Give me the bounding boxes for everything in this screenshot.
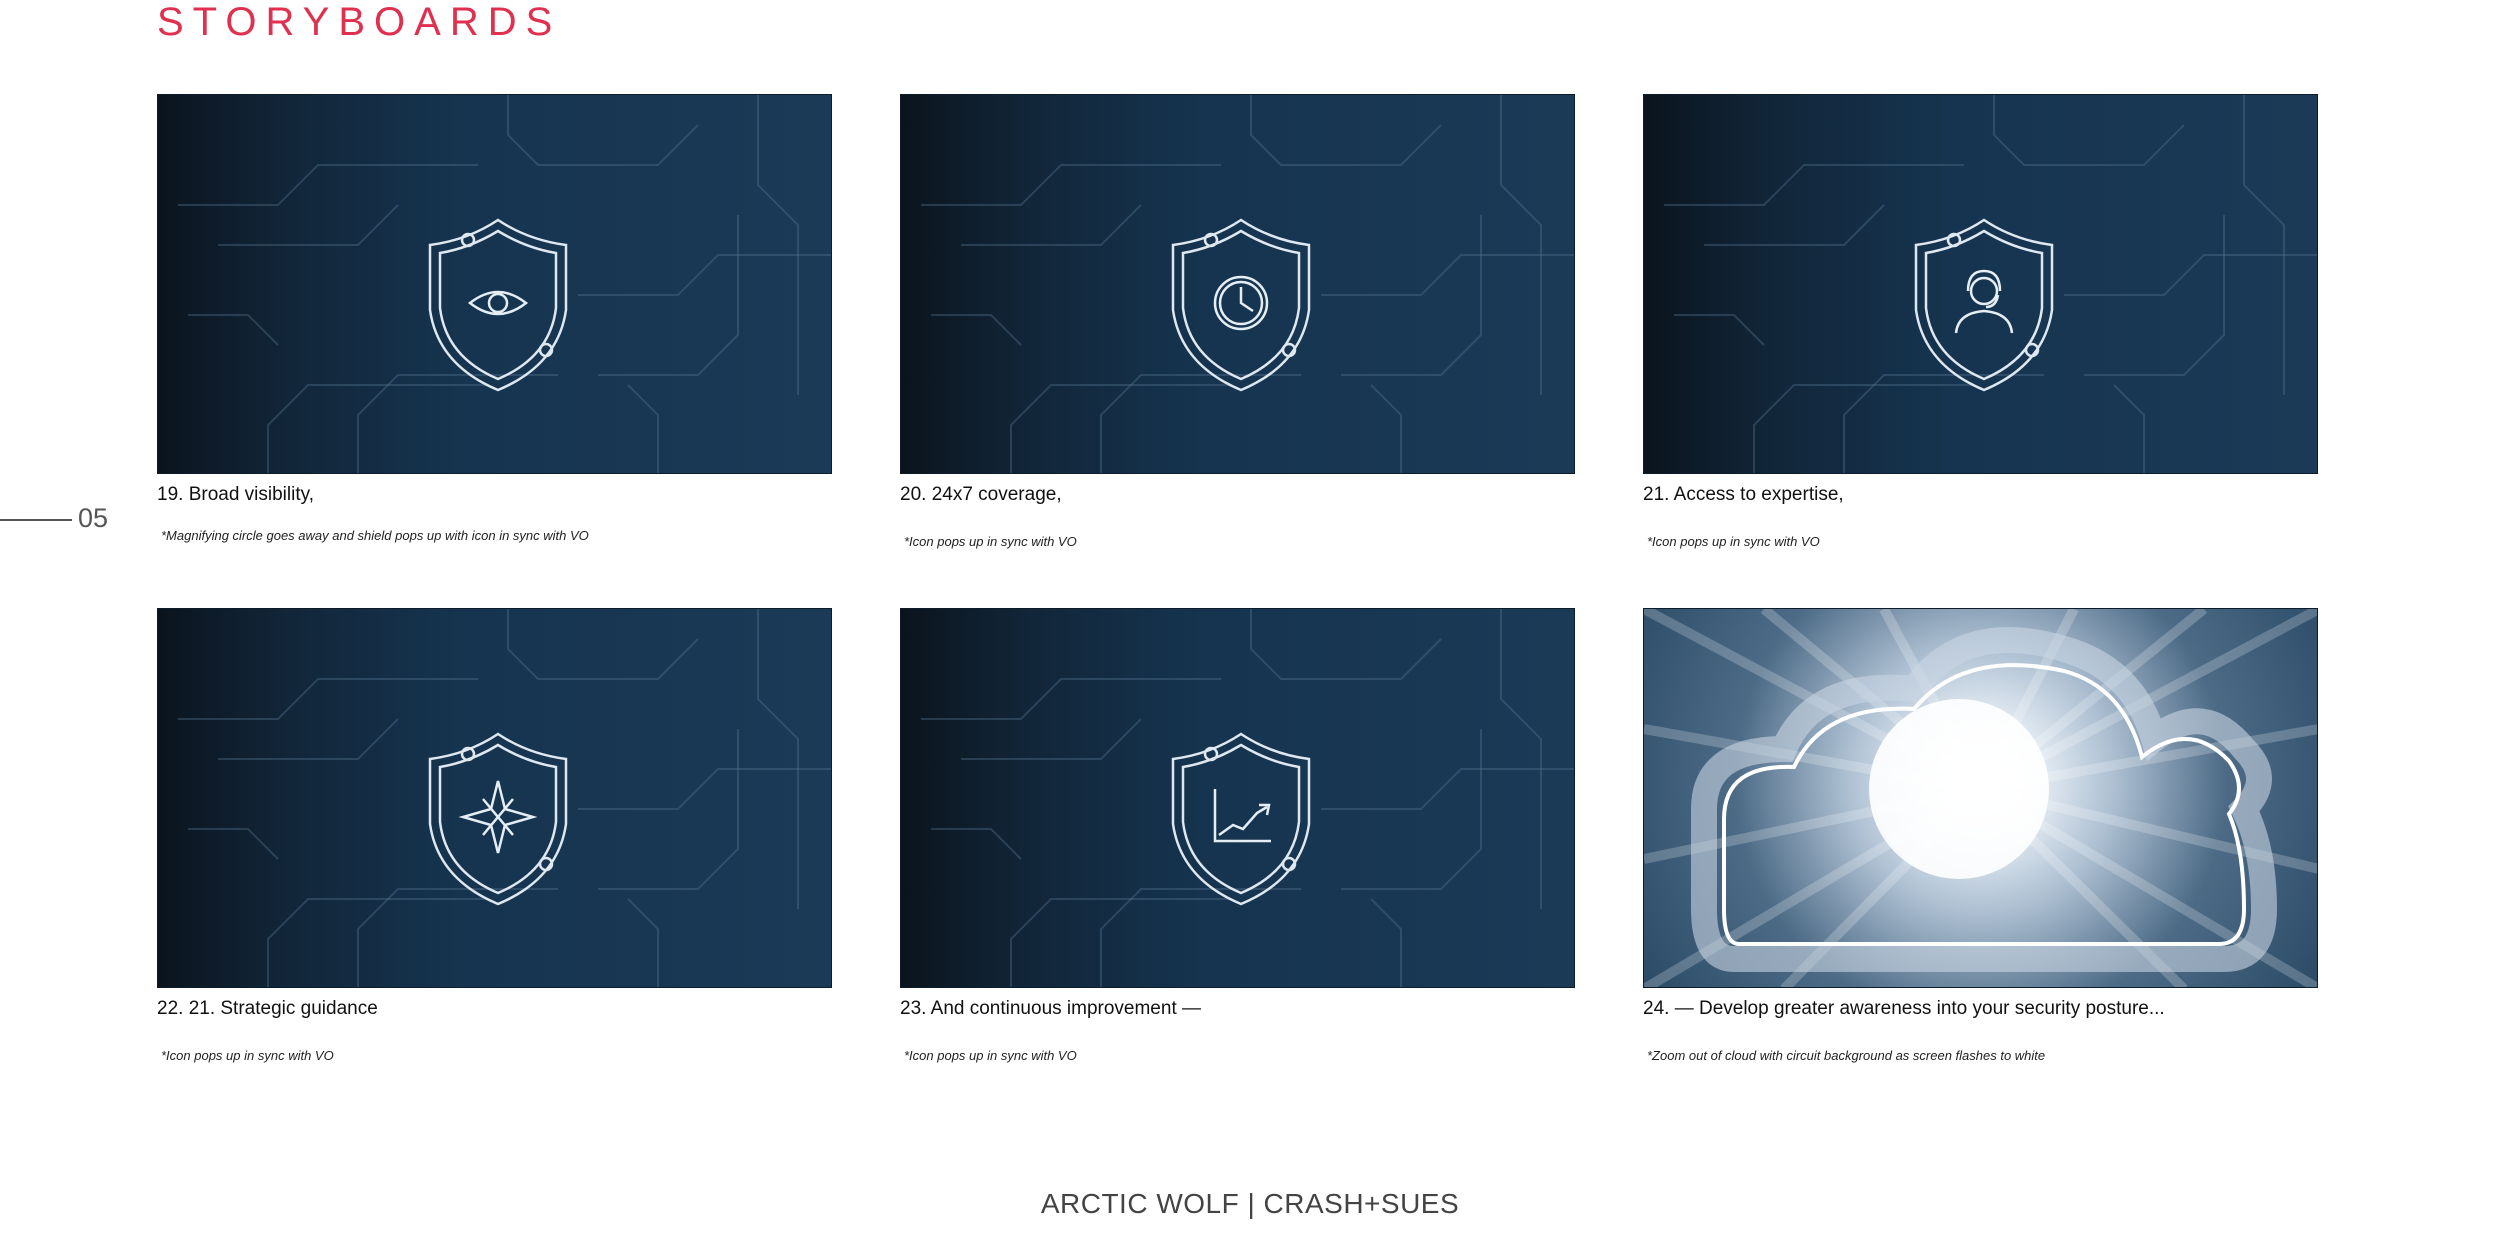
- storyboard-frame-21: [1643, 94, 2318, 474]
- frame-note: *Icon pops up in sync with VO: [904, 534, 1077, 549]
- storyboard-frame-24: [1643, 608, 2318, 988]
- glowing-cloud-icon: [1691, 627, 2278, 972]
- frame-caption: 21. Access to expertise,: [1643, 484, 1844, 505]
- frame-note: *Icon pops up in sync with VO: [161, 1048, 334, 1063]
- storyboard-frame-22: [157, 608, 832, 988]
- compass-star-icon: [458, 780, 538, 854]
- clock-icon: [1213, 275, 1269, 331]
- frame-caption: 24. — Develop greater awareness into you…: [1643, 998, 2165, 1019]
- frame-note: *Icon pops up in sync with VO: [1647, 534, 1820, 549]
- frame-note: *Magnifying circle goes away and shield …: [161, 528, 589, 543]
- storyboard-frame-19: [157, 94, 832, 474]
- frame-caption: 20. 24x7 coverage,: [900, 484, 1062, 505]
- growth-chart-icon: [1213, 789, 1271, 843]
- frame-note: *Zoom out of cloud with circuit backgrou…: [1647, 1048, 2046, 1063]
- frame-caption: 19. Broad visibility,: [157, 484, 314, 505]
- frame-note: *Icon pops up in sync with VO: [904, 1048, 1077, 1063]
- storyboard-frame-20: [900, 94, 1575, 474]
- footer-credit: ARCTIC WOLF | CRASH+SUES: [1040, 1188, 1460, 1219]
- eye-icon: [467, 290, 529, 316]
- page-number-rule: [0, 519, 72, 521]
- frame-caption: 22. 21. Strategic guidance: [157, 998, 378, 1019]
- frame-caption: 23. And continuous improvement —: [900, 998, 1202, 1019]
- storyboard-frame-23: [900, 608, 1575, 988]
- page-number: 05: [78, 503, 109, 533]
- page-title: STORYBOARDS: [157, 0, 562, 44]
- headset-person-icon: [1954, 269, 2014, 334]
